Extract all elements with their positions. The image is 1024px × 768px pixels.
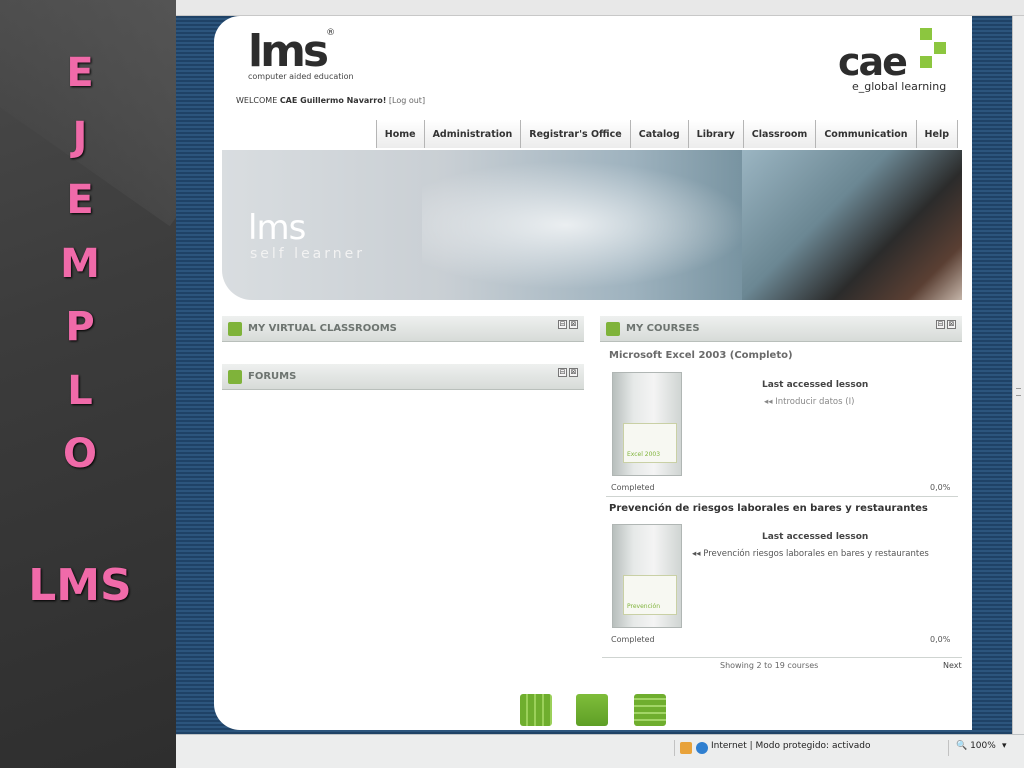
cae-logo-square: [934, 42, 946, 54]
last-accessed-label: Last accessed lesson: [762, 532, 869, 542]
close-icon[interactable]: ⊠: [947, 320, 956, 329]
hero-banner: lms self learner: [222, 150, 962, 300]
panel-title: FORUMS: [248, 371, 297, 382]
globe-icon: [696, 742, 708, 754]
status-separator: [674, 740, 675, 756]
nav-library[interactable]: Library: [687, 120, 743, 148]
panel-forums[interactable]: FORUMS ⊟ ⊠: [222, 364, 584, 390]
status-zone-text: Internet | Modo protegido: activado: [711, 741, 871, 751]
banner-subtitle: self learner: [250, 246, 366, 262]
panel-title: MY VIRTUAL CLASSROOMS: [248, 323, 397, 334]
panel-controls: ⊟ ⊠: [558, 368, 578, 377]
slide-letter: P: [65, 304, 95, 350]
scrollbar-grip[interactable]: [1016, 388, 1021, 396]
slide-letter: E: [66, 50, 94, 96]
main-nav: Home Administration Registrar's Office C…: [375, 120, 958, 148]
course-status: Completed: [611, 483, 655, 492]
nav-communication[interactable]: Communication: [815, 120, 916, 148]
slide-letter: M: [60, 240, 100, 287]
panel-title: MY COURSES: [626, 323, 700, 334]
panel-controls: ⊟ ⊠: [936, 320, 956, 329]
mail-icon[interactable]: [576, 694, 608, 726]
cae-logo-text: cae: [838, 40, 908, 84]
course-progress: 0,0%: [930, 635, 951, 644]
welcome-line: WELCOME CAE Guillermo Navarro! [Log out]: [236, 96, 425, 105]
cae-logo-square: [920, 56, 932, 68]
welcome-user-name: CAE Guillermo Navarro!: [279, 96, 387, 105]
banner-photo: [742, 150, 962, 300]
logout-link[interactable]: [Log out]: [389, 96, 425, 105]
cae-logo-square: [920, 28, 932, 40]
divider: [602, 657, 962, 658]
panel-controls: ⊟ ⊠: [558, 320, 578, 329]
nav-help[interactable]: Help: [915, 120, 958, 148]
panel-my-courses[interactable]: MY COURSES ⊟ ⊠: [600, 316, 962, 342]
minimize-icon[interactable]: ⊟: [936, 320, 945, 329]
lms-logo[interactable]: lms® computer aided education: [248, 26, 354, 82]
vertical-scrollbar[interactable]: [1012, 16, 1024, 734]
nav-administration[interactable]: Administration: [423, 120, 521, 148]
zoom-dropdown-icon[interactable]: ▾: [1002, 741, 1007, 751]
nav-catalog[interactable]: Catalog: [629, 120, 688, 148]
course-title-excel[interactable]: Microsoft Excel 2003 (Completo): [609, 350, 793, 361]
slide-letter: J: [72, 113, 88, 160]
pager-info: Showing 2 to 19 courses: [720, 661, 819, 670]
zoom-value: 100%: [970, 741, 996, 751]
minimize-icon[interactable]: ⊟: [558, 320, 567, 329]
minimize-icon[interactable]: ⊟: [558, 368, 567, 377]
slide-letter: E: [66, 177, 94, 223]
close-icon[interactable]: ⊠: [569, 368, 578, 377]
panel-virtual-classrooms[interactable]: MY VIRTUAL CLASSROOMS ⊟ ⊠: [222, 316, 584, 342]
classroom-icon: [228, 321, 242, 336]
last-accessed-label: Last accessed lesson: [762, 380, 869, 390]
lms-tagline: computer aided education: [248, 72, 354, 81]
registered-mark: ®: [326, 28, 336, 38]
divider: [606, 496, 958, 497]
banner-title: lms: [248, 208, 306, 248]
box-label: Prevención: [627, 603, 661, 610]
slide-vertical-word: E J E M P L O: [0, 42, 160, 487]
calendar-icon[interactable]: [520, 694, 552, 726]
courses-icon: [606, 321, 620, 336]
course-progress: 0,0%: [930, 483, 951, 492]
nav-classroom[interactable]: Classroom: [742, 120, 816, 148]
slide-letter: L: [67, 367, 93, 414]
last-lesson-link[interactable]: ◂◂ Prevención riesgos laborales en bares…: [692, 549, 929, 559]
close-icon[interactable]: ⊠: [569, 320, 578, 329]
course-box-excel[interactable]: Excel 2003: [612, 372, 682, 476]
browser-top-bar: [176, 0, 1024, 16]
course-title-prevencion[interactable]: Prevención de riesgos laborales en bares…: [609, 503, 928, 514]
zoom-level[interactable]: 🔍 100%: [956, 741, 996, 751]
browser-window: lms® computer aided education cae e_glob…: [176, 0, 1024, 768]
course-status: Completed: [611, 635, 655, 644]
notes-icon[interactable]: [634, 694, 666, 726]
slide-word-lms: LMS: [28, 560, 132, 611]
status-separator: [948, 740, 949, 756]
banner-swirl: [422, 150, 782, 300]
lms-logo-text: lms: [248, 26, 329, 77]
nav-home[interactable]: Home: [375, 120, 424, 148]
slide-panel: E J E M P L O LMS: [0, 0, 176, 768]
security-icon[interactable]: [680, 742, 692, 754]
slide-letter: O: [62, 431, 97, 477]
last-lesson-link[interactable]: ◂◂ Introducir datos (I): [764, 397, 854, 407]
box-label: Excel 2003: [627, 451, 661, 458]
cae-logo[interactable]: cae e_global learning: [822, 24, 962, 93]
nav-registrars-office[interactable]: Registrar's Office: [520, 120, 630, 148]
lms-page: lms® computer aided education cae e_glob…: [214, 16, 972, 730]
course-box-prevencion[interactable]: Prevención: [612, 524, 682, 628]
cae-logo-subtitle: e_global learning: [852, 80, 947, 93]
next-link[interactable]: Next: [943, 661, 962, 670]
forums-icon: [228, 369, 242, 384]
welcome-prefix: WELCOME: [236, 96, 278, 105]
browser-status-bar: Internet | Modo protegido: activado 🔍 10…: [176, 734, 1024, 768]
